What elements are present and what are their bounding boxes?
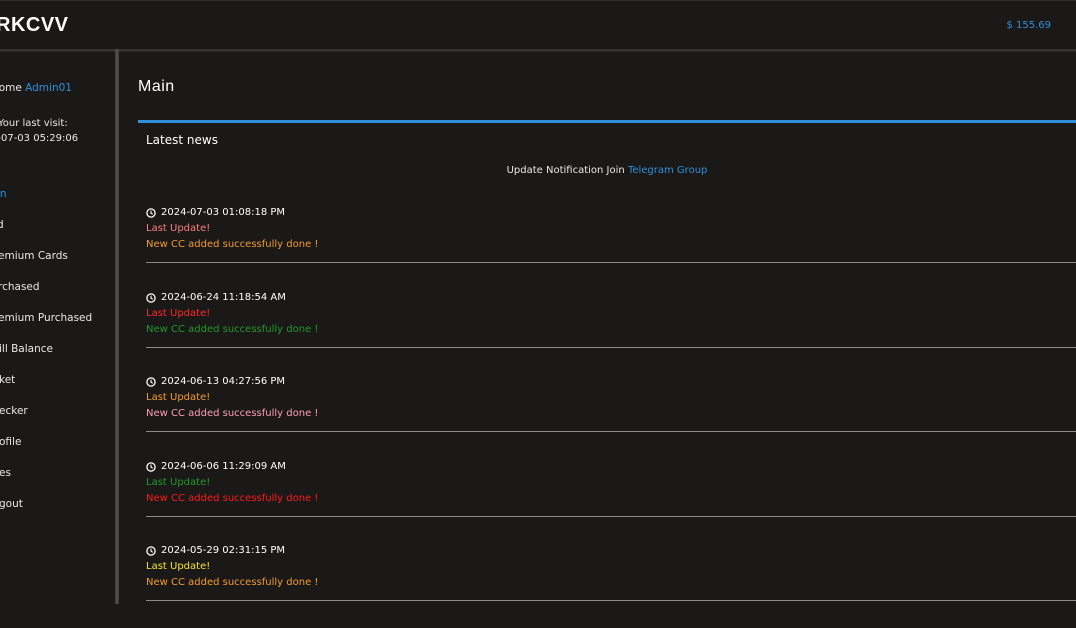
sidebar-item-premium-cards[interactable]: emium Cards — [0, 250, 92, 281]
news-title: Last Update! — [146, 223, 211, 234]
sidebar-item-premium-purchased[interactable]: emium Purchased — [0, 312, 92, 343]
brand-logo[interactable]: RKCVV — [0, 14, 69, 37]
username-link[interactable]: Admin01 — [25, 82, 72, 94]
news-title: Last Update! — [146, 561, 211, 572]
page-title: Main — [138, 78, 175, 95]
sidebar-divider — [115, 49, 119, 604]
sidebar-item-label: gout — [0, 498, 23, 510]
clock-icon — [146, 208, 156, 218]
news-timestamp: 2024-06-06 11:29:09 AM — [161, 460, 286, 472]
news-item: 2024-06-24 11:18:54 AM Last Update! New … — [146, 290, 1076, 375]
news-item: 2024-07-03 01:08:18 PM Last Update! New … — [146, 205, 1076, 290]
sidebar-item-label: emium Cards — [0, 250, 68, 262]
news-heading: Latest news — [146, 133, 218, 147]
clock-icon — [146, 546, 156, 556]
news-item: 2024-05-29 02:31:15 PM Last Update! New … — [146, 543, 1076, 628]
sidebar-item-label: d — [0, 219, 4, 231]
sidebar-item-label: emium Purchased — [0, 312, 93, 324]
sidebar-item-label: ket — [0, 374, 16, 386]
last-visit-label: Your last visit: — [0, 118, 68, 129]
clock-icon — [146, 292, 156, 303]
welcome-message: lcome Admin01 — [0, 82, 72, 94]
news-message: New CC added successfully done ! — [146, 408, 319, 419]
sidebar-item-fill-balance[interactable]: ill Balance — [0, 343, 92, 374]
sidebar-item-label: ofile — [0, 436, 22, 448]
news-timestamp: 2024-05-29 02:31:15 PM — [161, 545, 286, 556]
sidebar-item-main[interactable]: in — [0, 188, 92, 219]
sidebar-item-ticket[interactable]: ket — [0, 374, 92, 405]
sidebar-item-rules[interactable]: es — [0, 467, 92, 498]
sidebar-item-label: ecker — [0, 405, 28, 417]
news-list: 2024-07-03 01:08:18 PM Last Update! New … — [146, 205, 1076, 628]
last-visit: Your last visit: 4-07-03 05:29:06 — [0, 116, 78, 146]
news-title: Last Update! — [146, 307, 211, 319]
news-message: New CC added successfully done ! — [146, 577, 319, 588]
title-underline — [138, 120, 1076, 123]
telegram-group-link[interactable]: Telegram Group — [628, 165, 707, 176]
sidebar-item-label: es — [0, 467, 11, 479]
news-separator — [146, 262, 1076, 263]
update-notice: Update Notification Join Telegram Group — [138, 165, 1076, 176]
news-message: New CC added successfully done ! — [146, 492, 319, 504]
welcome-prefix: lcome — [0, 82, 22, 94]
news-timestamp: 2024-07-03 01:08:18 PM — [161, 207, 286, 218]
news-separator — [146, 515, 1076, 517]
last-visit-date: 4-07-03 05:29:06 — [0, 133, 79, 144]
balance-display[interactable]: $ 155.69 — [1006, 20, 1051, 31]
sidebar-item-checker[interactable]: ecker — [0, 405, 92, 436]
sidebar-item-card[interactable]: d — [0, 219, 92, 250]
clock-icon — [146, 461, 156, 472]
sidebar-menu: in d emium Cards rchased emium Purchased… — [0, 188, 92, 529]
sidebar-item-purchased[interactable]: rchased — [0, 281, 92, 312]
sidebar-item-label: ill Balance — [0, 343, 53, 355]
news-separator — [146, 600, 1076, 601]
clock-icon — [146, 377, 156, 387]
sidebar: lcome Admin01 Your last visit: 4-07-03 0… — [0, 52, 115, 604]
news-timestamp: 2024-06-13 04:27:56 PM — [161, 376, 286, 387]
sidebar-item-label: in — [0, 188, 7, 200]
sidebar-item-logout[interactable]: gout — [0, 498, 92, 529]
news-item: 2024-06-06 11:29:09 AM Last Update! New … — [146, 459, 1076, 544]
news-message: New CC added successfully done ! — [146, 323, 319, 335]
news-title: Last Update! — [146, 392, 211, 403]
news-separator — [146, 346, 1076, 348]
sidebar-item-label: rchased — [0, 281, 40, 293]
news-message: New CC added successfully done ! — [146, 239, 319, 250]
notice-text: Update Notification Join — [506, 165, 628, 176]
sidebar-item-profile[interactable]: ofile — [0, 436, 92, 467]
news-title: Last Update! — [146, 476, 211, 488]
top-bar: RKCVV $ 155.69 — [0, 0, 1076, 51]
main-content: Main Latest news Update Notification Joi… — [138, 52, 1076, 604]
news-item: 2024-06-13 04:27:56 PM Last Update! New … — [146, 374, 1076, 459]
news-timestamp: 2024-06-24 11:18:54 AM — [161, 291, 286, 303]
news-separator — [146, 431, 1076, 432]
